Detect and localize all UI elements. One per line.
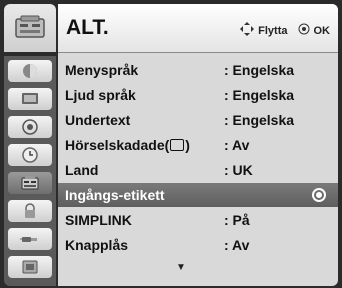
- menu-window: ALT. Flytta OK Menyspråk : Engelska Ljud…: [0, 0, 342, 288]
- row-label: Land: [65, 162, 99, 178]
- row-label: Menyspråk: [65, 62, 139, 78]
- input-label-row[interactable]: Ingångs-etikett: [58, 183, 338, 207]
- tv-icon[interactable]: [8, 88, 52, 110]
- ok-hint-label: OK: [313, 24, 331, 37]
- row-label: Undertext: [65, 112, 131, 128]
- four-way-arrow-icon: [240, 22, 255, 39]
- row-label: Knapplås: [65, 237, 129, 253]
- category-list: [4, 56, 56, 286]
- options-panel: ALT. Flytta OK Menyspråk : Engelska Ljud…: [58, 4, 338, 286]
- audio-language-row[interactable]: Ljud språk : Engelska: [58, 83, 338, 107]
- hearing-impaired-row[interactable]: Hörselskadade() : Av: [58, 133, 338, 157]
- ok-button-icon: [298, 23, 310, 38]
- simplink-row[interactable]: SIMPLINK : På: [58, 208, 338, 232]
- row-value: : Av: [224, 237, 250, 253]
- clock-icon[interactable]: [8, 144, 52, 166]
- scroll-down-arrow-icon[interactable]: ▼: [176, 262, 186, 273]
- row-label: Ingångs-etikett: [65, 187, 165, 203]
- row-value: : På: [224, 212, 250, 228]
- row-value: : UK: [224, 162, 253, 178]
- country-row[interactable]: Land : UK: [58, 158, 338, 182]
- move-hint-label: Flytta: [258, 24, 288, 37]
- menu-language-row[interactable]: Menyspråk : Engelska: [58, 58, 338, 82]
- row-label: Ljud språk: [65, 87, 136, 103]
- row-value: : Engelska: [224, 62, 295, 78]
- page-title: ALT.: [66, 16, 109, 39]
- lock-icon[interactable]: [8, 200, 52, 222]
- option-icon[interactable]: [8, 172, 52, 194]
- picture-icon[interactable]: [8, 60, 52, 82]
- audio-icon[interactable]: [8, 116, 52, 138]
- option-category-header-icon: [4, 4, 56, 52]
- input-icon[interactable]: [8, 228, 52, 250]
- row-value: : Engelska: [224, 112, 295, 128]
- category-sidebar: [4, 4, 56, 286]
- subtitle-symbol-icon: [170, 139, 185, 151]
- subtitle-row[interactable]: Undertext : Engelska: [58, 108, 338, 132]
- key-lock-row[interactable]: Knapplås : Av: [58, 233, 338, 257]
- navigation-hints: Flytta OK: [240, 22, 330, 39]
- row-label: SIMPLINK: [65, 212, 132, 228]
- usb-icon[interactable]: [8, 256, 52, 278]
- row-label: Hörselskadade(): [65, 137, 190, 153]
- row-value: : Av: [224, 137, 250, 153]
- row-value: : Engelska: [224, 87, 295, 103]
- radio-selected-icon: [312, 188, 326, 202]
- menu-header: ALT. Flytta OK: [58, 4, 338, 53]
